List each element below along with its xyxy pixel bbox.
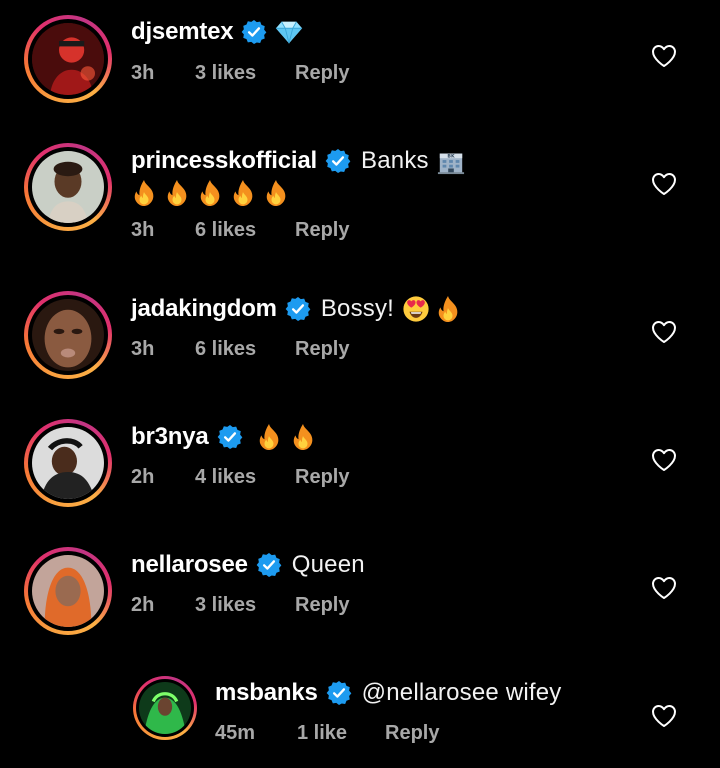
fire-emoji-icon [289, 423, 317, 451]
reply-button[interactable]: Reply [295, 466, 349, 489]
comment-text: Queen [291, 551, 365, 578]
avatar-princesskofficial[interactable] [24, 143, 112, 231]
like-heart-icon[interactable] [651, 576, 677, 600]
reply-button[interactable]: Reply [295, 62, 349, 85]
likes-count[interactable]: 1 like [297, 722, 385, 745]
likes-count[interactable]: 6 likes [195, 219, 295, 242]
avatar-nellarosee[interactable] [24, 547, 112, 635]
comment-time: 3h [131, 62, 155, 84]
gem-emoji-icon [275, 18, 303, 46]
likes-count[interactable]: 3 likes [195, 62, 295, 85]
likes-count[interactable]: 6 likes [195, 338, 295, 361]
comment-time: 2h [131, 594, 155, 616]
comment-time: 45m [215, 722, 256, 744]
username[interactable]: msbanks [215, 678, 318, 708]
username[interactable]: nellarosee [131, 550, 248, 580]
reply-button[interactable]: Reply [295, 338, 349, 361]
like-heart-icon[interactable] [651, 172, 677, 196]
fire-emoji-icon [131, 179, 157, 207]
verified-badge-icon [325, 148, 351, 174]
likes-count[interactable]: 4 likes [195, 466, 295, 489]
reply-button[interactable]: Reply [295, 594, 349, 617]
verified-badge-icon [241, 19, 267, 45]
like-heart-icon[interactable] [651, 44, 677, 68]
comment-text: Banks [361, 147, 429, 174]
heart-eyes-emoji-icon [402, 295, 430, 323]
reply-button[interactable]: Reply [385, 722, 439, 745]
avatar-jadakingdom[interactable] [24, 291, 112, 379]
comment-text: @nellarosee wifey [361, 679, 562, 706]
username[interactable]: br3nya [131, 422, 209, 452]
bank-building-emoji-icon [437, 147, 465, 175]
fire-emoji-row [131, 179, 296, 207]
comment-time: 3h [131, 219, 155, 241]
reply-button[interactable]: Reply [295, 219, 349, 242]
username[interactable]: djsemtex [131, 17, 234, 47]
avatar-djsemtex[interactable] [24, 15, 112, 103]
username[interactable]: jadakingdom [131, 294, 277, 324]
fire-emoji-icon [197, 179, 223, 207]
likes-count[interactable]: 3 likes [195, 594, 295, 617]
fire-emoji-icon [263, 179, 289, 207]
avatar-msbanks[interactable] [133, 676, 197, 740]
username[interactable]: princesskofficial [131, 146, 317, 176]
like-heart-icon[interactable] [651, 704, 677, 728]
fire-emoji-icon [230, 179, 256, 207]
like-heart-icon[interactable] [651, 320, 677, 344]
fire-emoji-icon [434, 295, 462, 323]
verified-badge-icon [285, 296, 311, 322]
fire-emoji-icon [255, 423, 283, 451]
comment-time: 2h [131, 466, 155, 488]
like-heart-icon[interactable] [651, 448, 677, 472]
verified-badge-icon [326, 680, 352, 706]
fire-emoji-icon [164, 179, 190, 207]
verified-badge-icon [217, 424, 243, 450]
comment-time: 3h [131, 338, 155, 360]
avatar-br3nya[interactable] [24, 419, 112, 507]
comment-text: Bossy! [320, 295, 395, 322]
verified-badge-icon [256, 552, 282, 578]
